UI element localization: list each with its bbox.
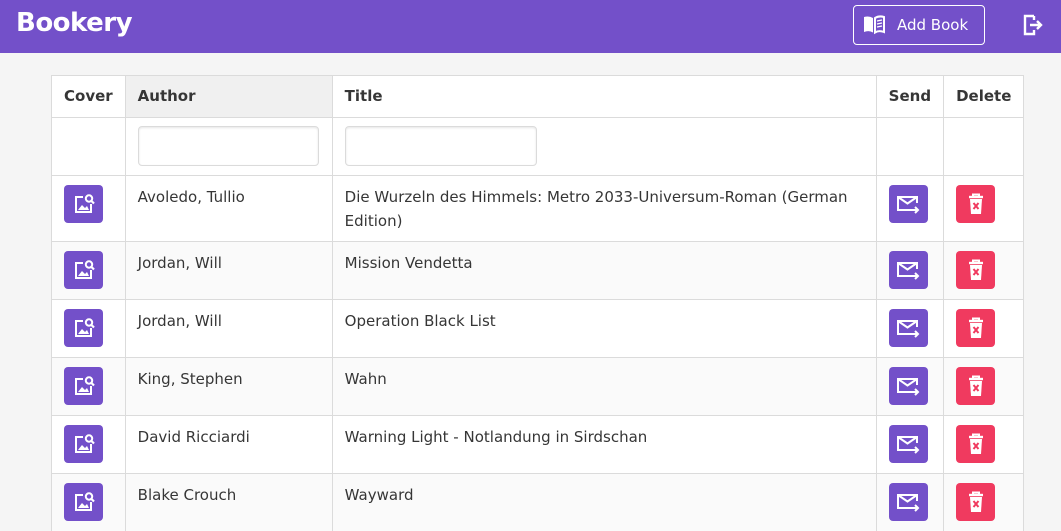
column-header-delete: Delete (943, 75, 1025, 118)
column-header-send: Send (875, 75, 945, 118)
column-header-title[interactable]: Title (331, 75, 877, 118)
table-row: Blake Crouch Wayward (51, 473, 1025, 531)
author-cell: Jordan, Will (124, 241, 333, 300)
filter-row (51, 117, 1025, 176)
app-title[interactable]: Bookery (16, 8, 133, 38)
send-button[interactable] (888, 425, 928, 463)
email-send-icon (897, 320, 920, 338)
image-search-icon (74, 376, 95, 395)
delete-button[interactable] (956, 483, 996, 521)
cover-button[interactable] (64, 483, 103, 521)
email-send-icon (897, 262, 920, 280)
column-header-author[interactable]: Author (124, 75, 333, 118)
trash-icon (968, 491, 983, 512)
author-cell: Blake Crouch (124, 473, 333, 531)
email-send-icon (897, 494, 920, 512)
email-send-icon (897, 196, 920, 214)
add-book-label: Add Book (897, 16, 969, 34)
author-cell: King, Stephen (124, 357, 333, 416)
image-search-icon (74, 318, 95, 337)
send-button[interactable] (888, 367, 928, 405)
image-search-icon (74, 194, 95, 213)
delete-button[interactable] (956, 425, 996, 463)
delete-button[interactable] (956, 367, 996, 405)
table-row: King, Stephen Wahn (51, 357, 1025, 416)
book-open-icon (864, 15, 885, 35)
title-cell: Wayward (331, 473, 877, 531)
email-send-icon (897, 436, 920, 454)
title-cell: Wahn (331, 357, 877, 416)
delete-button[interactable] (956, 309, 996, 347)
title-cell: Mission Vendetta (331, 241, 877, 300)
send-button[interactable] (888, 483, 928, 521)
trash-icon (968, 317, 983, 338)
cover-button[interactable] (64, 425, 103, 463)
image-search-icon (74, 260, 95, 279)
title-cell: Operation Black List (331, 299, 877, 358)
image-search-icon (74, 492, 95, 511)
trash-icon (968, 193, 983, 214)
email-send-icon (897, 378, 920, 396)
cover-button[interactable] (64, 251, 103, 289)
add-book-button[interactable]: Add Book (853, 5, 985, 45)
title-cell: Die Wurzeln des Himmels: Metro 2033-Univ… (331, 175, 877, 242)
navbar: Bookery Add Book (0, 0, 1061, 53)
delete-button[interactable] (956, 185, 996, 223)
author-filter-input[interactable] (137, 126, 319, 166)
author-cell: David Ricciardi (124, 415, 333, 474)
logout-icon[interactable] (1021, 13, 1045, 37)
send-button[interactable] (888, 185, 928, 223)
author-cell: Jordan, Will (124, 299, 333, 358)
delete-button[interactable] (956, 251, 996, 289)
image-search-icon (74, 434, 95, 453)
table-row: Jordan, Will Mission Vendetta (51, 241, 1025, 300)
table-row: David Ricciardi Warning Light - Notlandu… (51, 415, 1025, 474)
send-button[interactable] (888, 309, 928, 347)
cover-button[interactable] (64, 185, 103, 223)
trash-icon (968, 259, 983, 280)
trash-icon (968, 433, 983, 454)
cover-button[interactable] (64, 309, 103, 347)
table-header-row: Cover Author Title Send Delete (51, 75, 1025, 118)
cover-button[interactable] (64, 367, 103, 405)
column-header-cover: Cover (51, 75, 126, 118)
send-button[interactable] (888, 251, 928, 289)
table-row: Jordan, Will Operation Black List (51, 299, 1025, 358)
trash-icon (968, 375, 983, 396)
author-cell: Avoledo, Tullio (124, 175, 333, 242)
title-filter-input[interactable] (344, 126, 537, 166)
table-row: Avoledo, Tullio Die Wurzeln des Himmels:… (51, 175, 1025, 242)
books-table: Cover Author Title Send Delete Avoledo, … (51, 75, 1025, 531)
title-cell: Warning Light - Notlandung in Sirdschan (331, 415, 877, 474)
